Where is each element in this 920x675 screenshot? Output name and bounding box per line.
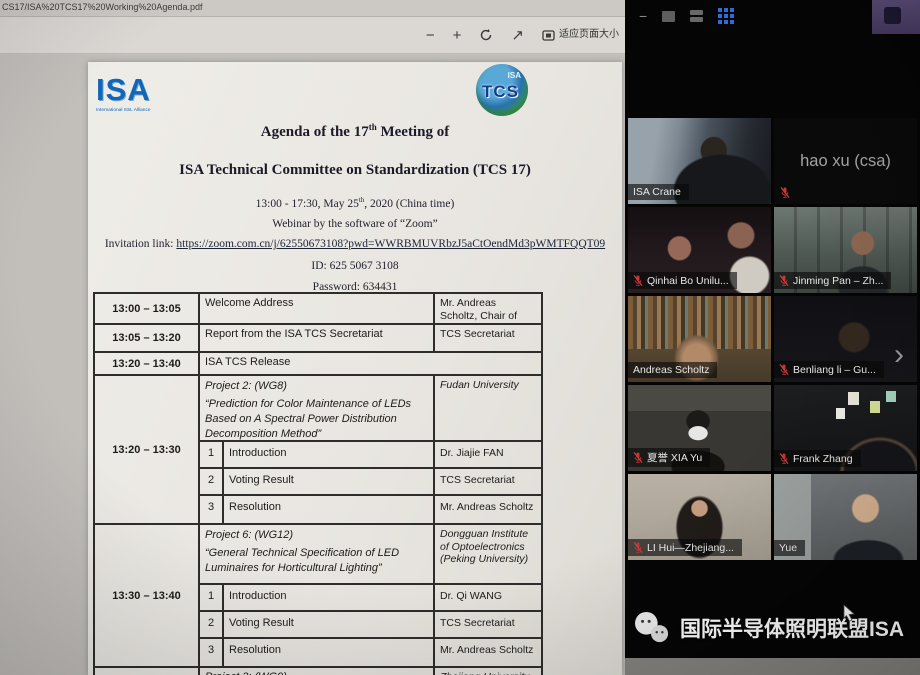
pdf-toolbar: − + ↗ 适应页面大小 [0, 17, 625, 54]
wechat-icon [633, 611, 671, 645]
zoom-window: − ISA Crane hao xu (csa) Qinhai Bo Unilu… [625, 0, 920, 658]
participant-name-tag: Yue [774, 540, 805, 556]
minimize-icon[interactable]: − [639, 9, 647, 23]
agenda-step: 1 Introduction Dr. Jiajie FAN [200, 442, 541, 469]
fit-page-button[interactable]: 适应页面大小 [542, 30, 619, 41]
meeting-id: ID: 625 5067 3108 [88, 260, 622, 272]
agenda-step: 3 Resolution Mr. Andreas Scholtz [200, 639, 541, 666]
tcs-logo: ISA TCS [476, 64, 528, 116]
participant-name-tag: Qinhai Bo Unilu... [628, 272, 737, 289]
participant-name-tag: 夏誉 XIA Yu [628, 448, 710, 467]
next-page-chevron[interactable]: › [894, 340, 904, 370]
muted-mic-icon [779, 452, 789, 465]
video-tile-isa-crane[interactable]: ISA Crane [628, 118, 771, 204]
invitation-line: Invitation link: https://zoom.com.cn/j/6… [88, 238, 622, 250]
agenda-step: 2 Voting Result TCS Secretariat [200, 469, 541, 496]
project-org: Fudan University [435, 376, 541, 440]
pdf-viewer: CS17/ISA%20TCS17%20Working%20Agenda.pdf … [0, 0, 625, 675]
app-icon [884, 7, 901, 24]
rotate-icon[interactable] [479, 28, 493, 42]
muted-mic-icon [633, 451, 643, 464]
participant-name-tag: Benliang li – Gu... [774, 361, 884, 378]
agenda-row-partial: Project 3: (WG9) Zhejiang University [95, 668, 541, 675]
video-tile-qinhai-bo[interactable]: Qinhai Bo Unilu... [628, 207, 771, 293]
desktop-corner [872, 0, 920, 34]
pdf-canvas: ISA International SSL Alliance ISA TCS A… [0, 55, 625, 675]
agenda-row: 13:20 – 13:40 ISA TCS Release [95, 353, 541, 376]
agenda-step: 1 Introduction Dr. Qi WANG [200, 585, 541, 612]
agenda-table: 13:00 – 13:05 Welcome Address Mr. Andrea… [93, 292, 543, 675]
gallery-view-icon[interactable] [718, 8, 734, 24]
video-tile-yue[interactable]: Yue [774, 474, 917, 560]
participant-name-center: hao xu (csa) [774, 118, 917, 204]
participant-name-tag: LI Hui—Zhejiang... [628, 539, 742, 556]
expand-icon[interactable]: ↗ [511, 28, 524, 43]
zoom-invitation-link[interactable]: https://zoom.com.cn/j/62550673108?pwd=WW… [176, 238, 605, 250]
participant-name-tag: Jinming Pan – Zh... [774, 272, 891, 289]
fit-page-label: 适应页面大小 [559, 30, 619, 40]
doc-title-line1: Agenda of the 17th Meeting of [88, 122, 622, 141]
muted-mic-icon [779, 363, 789, 376]
video-tile-hao-xu[interactable]: hao xu (csa) [774, 118, 917, 204]
screen-bezel [625, 658, 920, 675]
watermark-label: 国际半导体照明联盟ISA [680, 613, 904, 643]
video-gallery: ISA Crane hao xu (csa) Qinhai Bo Unilu..… [628, 118, 917, 560]
meeting-datetime: 13:00 - 17:30, May 25th, 2020 (China tim… [88, 197, 622, 210]
participant-name-tag: ISA Crane [628, 184, 689, 200]
agenda-step: 2 Voting Result TCS Secretariat [200, 612, 541, 639]
muted-mic-icon [780, 186, 790, 199]
agenda-row: 13:05 – 13:20 Report from the ISA TCS Se… [95, 325, 541, 353]
participant-name-tag: Frank Zhang [774, 450, 861, 467]
agenda-project-block: 13:20 – 13:30 Project 2: (WG8) “Predicti… [95, 376, 541, 525]
muted-mic-icon [633, 541, 643, 554]
project-title: Project 2: (WG8) “Prediction for Color M… [200, 376, 435, 440]
agenda-row: 13:00 – 13:05 Welcome Address Mr. Andrea… [95, 294, 541, 325]
speaker-view-icon[interactable] [690, 10, 703, 22]
project-org: Dongguan Institute of Optoelectronics (P… [435, 525, 541, 583]
agenda-step: 3 Resolution Mr. Andreas Scholtz [200, 496, 541, 523]
project-title: Project 6: (WG12) “General Technical Spe… [200, 525, 435, 583]
video-tile-frank-zhang[interactable]: Frank Zhang [774, 385, 917, 471]
zoom-out-button[interactable]: − [426, 28, 435, 43]
pdf-page: ISA International SSL Alliance ISA TCS A… [88, 62, 622, 675]
zoom-in-button[interactable]: + [453, 28, 462, 43]
file-path-bar: CS17/ISA%20TCS17%20Working%20Agenda.pdf [0, 0, 625, 17]
video-tile-jinming-pan[interactable]: Jinming Pan – Zh... [774, 207, 917, 293]
video-tile-li-hui[interactable]: LI Hui—Zhejiang... [628, 474, 771, 560]
wechat-watermark: 国际半导体照明联盟ISA [633, 600, 904, 656]
video-tile-andreas-scholtz[interactable]: Andreas Scholtz [628, 296, 771, 382]
doc-title-line2: ISA Technical Committee on Standardizati… [88, 162, 622, 179]
webinar-line: Webinar by the software of “Zoom” [88, 218, 622, 230]
window-icon[interactable] [662, 11, 675, 22]
muted-mic-icon [779, 274, 789, 287]
isa-logo: ISA International SSL Alliance [96, 74, 187, 116]
zoom-titlebar: − [639, 6, 734, 26]
agenda-project-block: 13:30 – 13:40 Project 6: (WG12) “General… [95, 525, 541, 668]
file-path: CS17/ISA%20TCS17%20Working%20Agenda.pdf [0, 0, 625, 12]
mouse-cursor [843, 604, 857, 622]
participant-name-tag: Andreas Scholtz [628, 362, 717, 378]
video-tile-xia-yu[interactable]: 夏誉 XIA Yu [628, 385, 771, 471]
muted-mic-icon [633, 274, 643, 287]
